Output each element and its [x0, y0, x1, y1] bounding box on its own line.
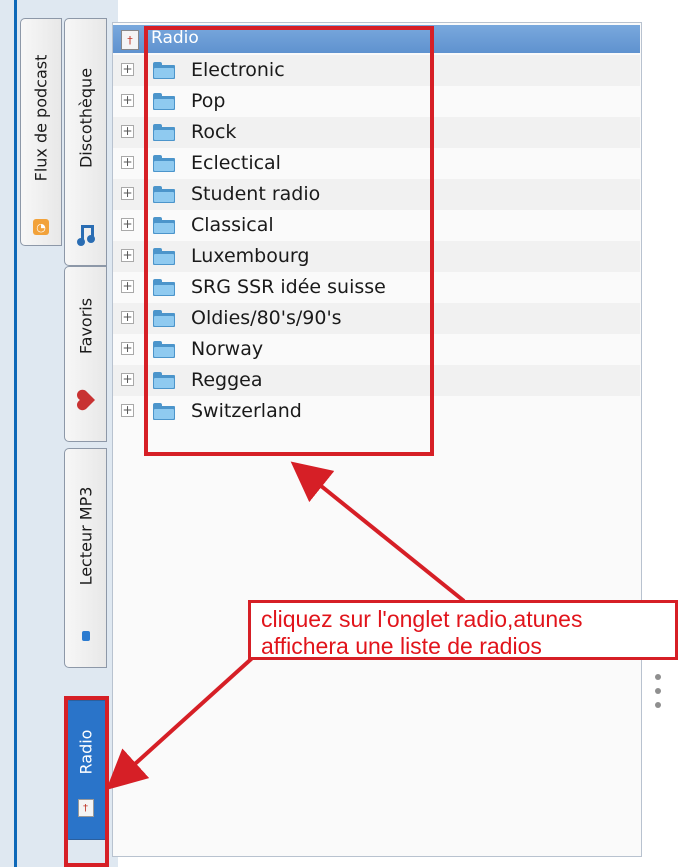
annotation-callout: cliquez sur l'onglet radio,atunes affich…	[248, 600, 678, 660]
annotation-arrows	[106, 461, 466, 791]
callout-line-1: cliquez sur l'onglet radio,atunes	[261, 606, 583, 632]
callout-line-2: affichera une liste de radios	[261, 633, 542, 659]
arrow-to-tree	[290, 461, 466, 603]
arrow-to-radio-tab	[106, 649, 262, 791]
